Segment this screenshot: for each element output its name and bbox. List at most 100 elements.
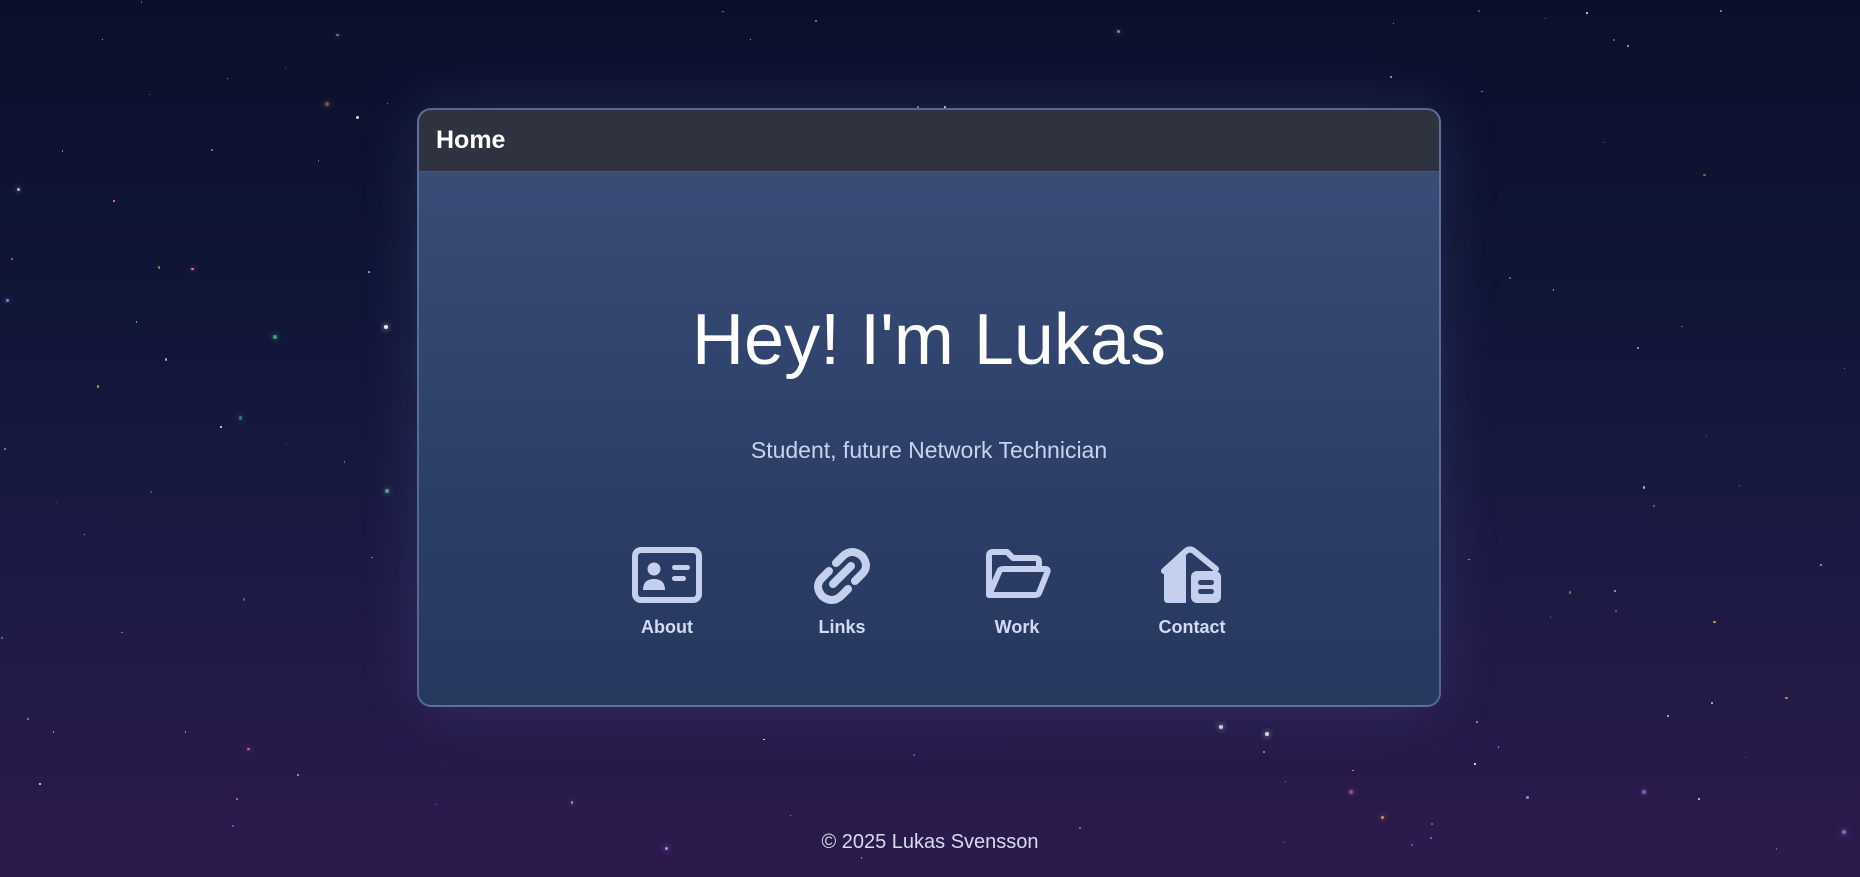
star	[1626, 44, 1629, 48]
star	[368, 271, 371, 273]
star	[1481, 90, 1483, 92]
star	[1265, 731, 1269, 736]
nav-item-contact[interactable]: Contact	[1137, 545, 1247, 645]
star	[336, 33, 339, 37]
star	[121, 632, 123, 634]
star	[1843, 367, 1846, 370]
nav-item-links[interactable]: Links	[787, 545, 897, 645]
star	[1667, 715, 1669, 717]
folder-open-icon	[986, 549, 1051, 598]
star	[84, 533, 86, 535]
nav-label-contact: Contact	[1158, 617, 1226, 637]
star	[1476, 721, 1478, 723]
hero-title: Hey! I'm Lukas	[692, 300, 1166, 380]
footer-copyright: © 2025 Lukas Svensson	[821, 831, 1039, 853]
star	[52, 731, 54, 733]
star	[3, 447, 6, 450]
star	[135, 321, 138, 323]
star	[1549, 615, 1552, 618]
nav-item-work[interactable]: Work	[962, 545, 1072, 645]
nav-label-links: Links	[818, 617, 866, 637]
star	[235, 798, 238, 801]
window-titlebar[interactable]: Home	[419, 110, 1439, 172]
star	[1711, 702, 1713, 705]
star	[232, 825, 234, 827]
star	[1713, 620, 1716, 624]
home-window: Home Hey! I'm Lukas Student, future Netw…	[417, 108, 1441, 707]
star	[1509, 276, 1512, 279]
star	[0, 637, 3, 640]
star	[211, 149, 213, 151]
nav-label-work: Work	[994, 617, 1040, 637]
star	[1352, 769, 1355, 772]
star	[1390, 76, 1392, 79]
star	[1568, 591, 1572, 594]
star	[55, 502, 58, 504]
star	[1219, 725, 1223, 730]
star	[570, 801, 574, 804]
star	[273, 335, 278, 340]
star	[16, 187, 20, 191]
star	[1738, 484, 1741, 487]
star	[1636, 346, 1639, 349]
link-icon	[814, 548, 870, 604]
star	[722, 10, 724, 13]
star	[762, 738, 765, 741]
star	[749, 38, 751, 41]
star	[242, 598, 245, 601]
star	[1819, 564, 1822, 567]
star	[1586, 12, 1588, 14]
star	[913, 754, 916, 757]
star	[101, 38, 104, 40]
window-title: Home	[436, 126, 506, 154]
star	[789, 814, 791, 817]
star	[1430, 822, 1433, 825]
star	[1497, 745, 1500, 748]
star	[1116, 29, 1120, 33]
star	[860, 856, 863, 859]
star	[1348, 789, 1353, 794]
star	[1392, 22, 1395, 25]
star	[10, 258, 13, 260]
star	[434, 803, 436, 806]
star	[1612, 38, 1616, 41]
star	[285, 443, 287, 445]
star	[1652, 504, 1655, 507]
star	[384, 324, 389, 329]
star	[1642, 789, 1647, 795]
star	[238, 416, 243, 420]
star	[343, 461, 346, 463]
star	[149, 490, 152, 493]
star	[371, 556, 373, 559]
star	[384, 489, 389, 494]
star	[96, 385, 100, 388]
star	[1705, 435, 1707, 437]
star	[148, 94, 151, 96]
star	[1681, 325, 1683, 328]
star	[387, 102, 389, 105]
star	[284, 67, 287, 70]
star	[1602, 141, 1605, 144]
star	[113, 200, 116, 202]
star	[164, 358, 167, 361]
star	[297, 773, 300, 776]
star	[5, 298, 10, 303]
nav-item-about[interactable]: About	[612, 545, 722, 645]
id-card-icon	[632, 547, 702, 603]
star	[1477, 10, 1481, 13]
star	[1745, 756, 1747, 759]
star	[157, 266, 161, 269]
star	[356, 116, 359, 119]
star	[1552, 289, 1555, 291]
window-content: Hey! I'm Lukas Student, future Network T…	[419, 172, 1439, 705]
star	[1526, 796, 1529, 799]
star	[1285, 781, 1287, 783]
star	[1262, 750, 1265, 753]
star	[184, 731, 187, 733]
star	[317, 160, 319, 162]
hero-subtitle: Student, future Network Technician	[750, 437, 1108, 463]
star	[219, 425, 222, 428]
star	[1078, 827, 1081, 830]
star	[191, 267, 194, 271]
star	[815, 19, 817, 22]
